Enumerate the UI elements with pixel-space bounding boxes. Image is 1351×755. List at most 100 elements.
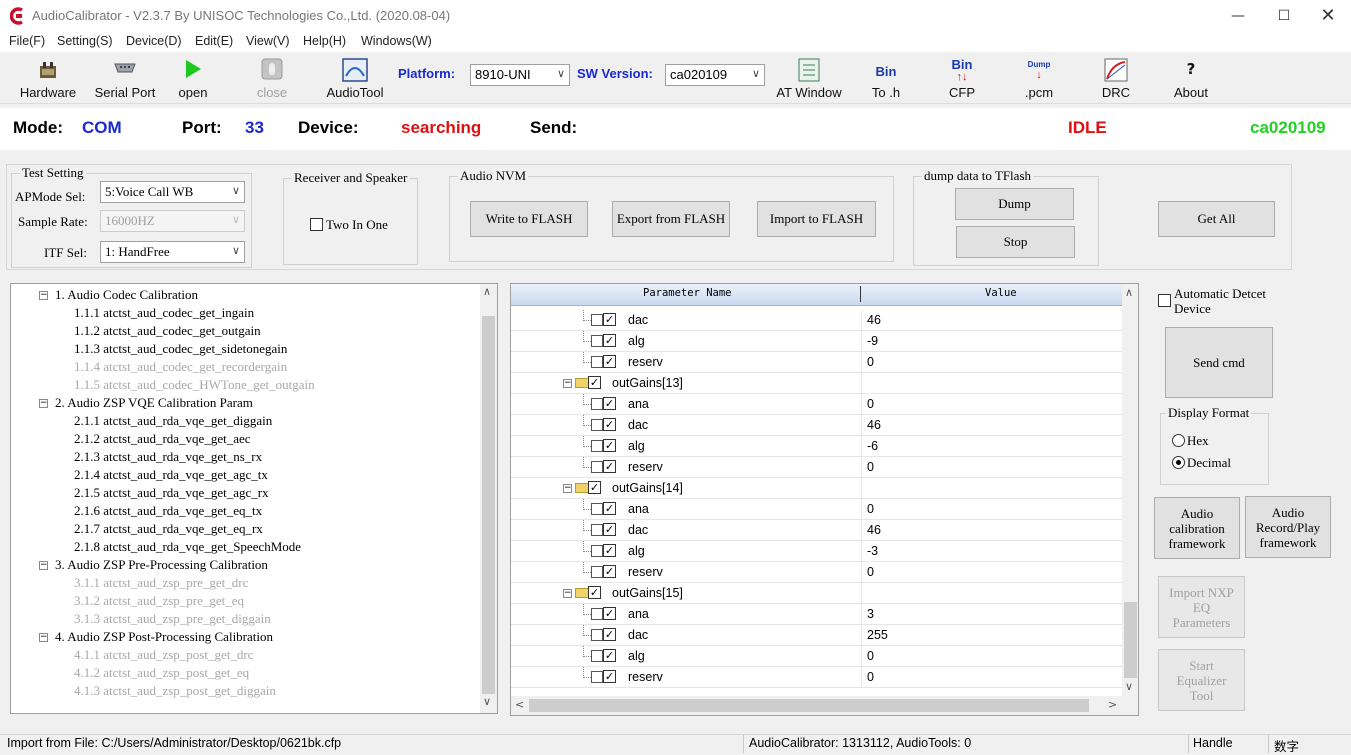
hex-radio[interactable] (1172, 434, 1185, 447)
checkbox-icon[interactable]: ✓ (588, 376, 601, 389)
checkbox-icon[interactable]: ✓ (603, 397, 616, 410)
export-from-flash-button[interactable]: Export from FLASH (612, 201, 730, 237)
grid-row[interactable]: ✓ reserv 0 (511, 562, 1122, 583)
param-value[interactable]: 46 (867, 523, 881, 537)
scroll-right-icon[interactable]: > (1108, 698, 1117, 711)
grid-row[interactable]: ✓ alg -6 (511, 436, 1122, 457)
hardware-button[interactable]: Hardware (12, 54, 84, 102)
import-nxp-eq-button[interactable]: Import NXP EQ Parameters (1158, 576, 1245, 638)
platform-select[interactable]: 8910-UNI ∨ (470, 64, 570, 86)
grid-group-row[interactable]: − ✓ outGains[15] (511, 583, 1122, 604)
grid-row[interactable]: ✓ alg -9 (511, 331, 1122, 352)
dump-button[interactable]: Dump (955, 188, 1074, 220)
grid-hscroll-thumb[interactable] (529, 699, 1089, 712)
param-value[interactable]: 0 (867, 502, 874, 516)
checkbox-icon[interactable]: ✓ (603, 502, 616, 515)
param-value[interactable]: 0 (867, 355, 874, 369)
scroll-left-icon[interactable]: < (515, 698, 524, 711)
sample-rate-select[interactable]: 16000HZ ∨ (100, 210, 245, 232)
grid-row[interactable]: ✓ alg -3 (511, 541, 1122, 562)
param-value[interactable]: 46 (867, 418, 881, 432)
param-value[interactable]: -3 (867, 544, 878, 558)
auto-detect-checkbox[interactable] (1158, 294, 1171, 307)
checkbox-icon[interactable]: ✓ (588, 586, 601, 599)
send-cmd-button[interactable]: Send cmd (1165, 327, 1273, 398)
apmode-select[interactable]: 5:Voice Call WB ∨ (100, 181, 245, 203)
scroll-up-icon[interactable]: ∧ (483, 285, 491, 298)
param-value[interactable]: 46 (867, 313, 881, 327)
close-window-button[interactable]: ✕ (1305, 0, 1351, 32)
menu-edit[interactable]: Edit(E) (195, 34, 233, 48)
param-value[interactable]: 0 (867, 397, 874, 411)
grid-scroll-thumb[interactable] (1124, 602, 1137, 678)
close-button[interactable]: close (250, 54, 294, 102)
get-all-button[interactable]: Get All (1158, 201, 1275, 237)
collapse-icon[interactable]: − (563, 484, 572, 493)
scroll-down-icon[interactable]: ∨ (1125, 680, 1133, 693)
audiotool-button[interactable]: AudioTool (322, 54, 388, 102)
import-to-flash-button[interactable]: Import to FLASH (757, 201, 876, 237)
checkbox-icon[interactable]: ✓ (603, 565, 616, 578)
collapse-icon[interactable]: − (563, 379, 572, 388)
cfp-button[interactable]: Bin ↑↓ CFP (938, 54, 986, 102)
param-value[interactable]: 3 (867, 607, 874, 621)
grid-hscrollbar[interactable]: < > (511, 696, 1138, 715)
grid-row[interactable]: ✓ ana 0 (511, 394, 1122, 415)
grid-row[interactable]: ✓ ana 0 (511, 499, 1122, 520)
param-value[interactable]: 255 (867, 628, 888, 642)
checkbox-icon[interactable]: ✓ (603, 439, 616, 452)
serial-port-button[interactable]: Serial Port (90, 54, 160, 102)
open-button[interactable]: open (170, 54, 216, 102)
checkbox-icon[interactable]: ✓ (603, 418, 616, 431)
grid-group-row[interactable]: − ✓ outGains[13] (511, 373, 1122, 394)
checkbox-icon[interactable]: ✓ (603, 355, 616, 368)
grid-row[interactable]: ✓ reserv 0 (511, 667, 1122, 688)
grid-group-row[interactable]: − ✓ outGains[14] (511, 478, 1122, 499)
menu-windows[interactable]: Windows(W) (361, 34, 432, 48)
menu-setting[interactable]: Setting(S) (57, 34, 113, 48)
bin-to-h-button[interactable]: Bin To .h (862, 54, 910, 102)
collapse-icon[interactable]: − (39, 291, 48, 300)
checkbox-icon[interactable]: ✓ (603, 334, 616, 347)
grid-row[interactable]: ✓ dac 46 (511, 520, 1122, 541)
grid-row[interactable]: ✓ alg 0 (511, 646, 1122, 667)
drc-button[interactable]: DRC (1092, 54, 1140, 102)
param-value[interactable]: 0 (867, 670, 874, 684)
start-equalizer-button[interactable]: Start Equalizer Tool (1158, 649, 1245, 711)
checkbox-icon[interactable]: ✓ (603, 607, 616, 620)
grid-row[interactable]: ✓ dac 46 (511, 415, 1122, 436)
param-value[interactable]: 0 (867, 649, 874, 663)
tree-scrollbar[interactable]: ∧ ∨ (480, 284, 497, 713)
menu-view[interactable]: View(V) (246, 34, 290, 48)
checkbox-icon[interactable]: ✓ (603, 460, 616, 473)
decimal-radio[interactable] (1172, 456, 1185, 469)
grid-row[interactable]: ✓ dac 46 (511, 310, 1122, 331)
sw-version-select[interactable]: ca020109 ∨ (665, 64, 765, 86)
about-button[interactable]: ? About (1168, 54, 1214, 102)
menu-file[interactable]: File(F) (9, 34, 45, 48)
collapse-icon[interactable]: − (563, 589, 572, 598)
minimize-button[interactable]: — (1215, 0, 1261, 32)
checkbox-icon[interactable]: ✓ (588, 481, 601, 494)
stop-button[interactable]: Stop (956, 226, 1075, 258)
pcm-button[interactable]: Dump ↓ .pcm (1014, 54, 1064, 102)
grid-row[interactable]: ✓ reserv 0 (511, 352, 1122, 373)
param-value[interactable]: 0 (867, 565, 874, 579)
grid-row[interactable]: ✓ ana 3 (511, 604, 1122, 625)
checkbox-icon[interactable]: ✓ (603, 628, 616, 641)
two-in-one-checkbox[interactable] (310, 218, 323, 231)
grid-vscrollbar[interactable]: ∧ ∨ (1122, 284, 1138, 696)
tree-scroll-thumb[interactable] (482, 316, 495, 694)
collapse-icon[interactable]: − (39, 633, 48, 642)
checkbox-icon[interactable]: ✓ (603, 670, 616, 683)
param-value[interactable]: -9 (867, 334, 878, 348)
menu-device[interactable]: Device(D) (126, 34, 182, 48)
grid-row[interactable]: ✓ reserv 0 (511, 457, 1122, 478)
itf-select[interactable]: 1: HandFree ∨ (100, 241, 245, 263)
menu-help[interactable]: Help(H) (303, 34, 346, 48)
checkbox-icon[interactable]: ✓ (603, 523, 616, 536)
at-window-button[interactable]: AT Window (774, 54, 844, 102)
checkbox-icon[interactable]: ✓ (603, 313, 616, 326)
scroll-down-icon[interactable]: ∨ (483, 695, 491, 708)
checkbox-icon[interactable]: ✓ (603, 649, 616, 662)
